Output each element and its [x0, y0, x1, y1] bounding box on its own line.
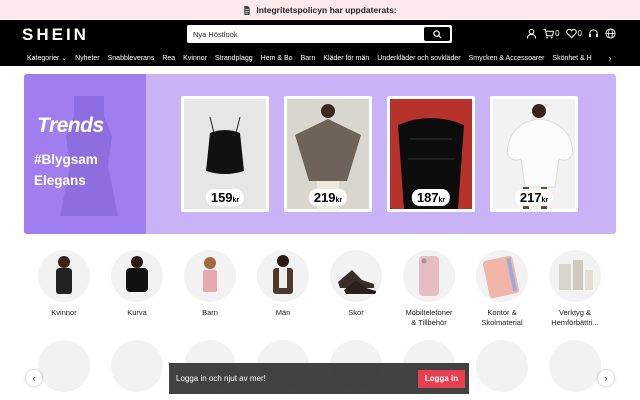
- nav-item-kvinnor[interactable]: Kvinnor: [183, 55, 207, 62]
- category-label: Skor: [348, 308, 364, 317]
- wishlist-count: 0: [577, 29, 582, 38]
- category-kvinnor[interactable]: Kvinnor: [29, 250, 99, 318]
- category-skor[interactable]: Skor: [321, 250, 391, 318]
- cart-icon: [543, 28, 555, 39]
- carousel-next-button[interactable]: ›: [598, 370, 614, 386]
- nav-item-rea[interactable]: Rea: [162, 55, 175, 62]
- product-price: 187kr: [411, 189, 451, 206]
- nav-item-snabbleverans[interactable]: Snabbleverans: [108, 55, 155, 62]
- banner-hashtag-line1: #Blygsam: [34, 152, 98, 167]
- category-image: [111, 250, 163, 302]
- category-item[interactable]: [476, 340, 528, 392]
- category-verktyg[interactable]: Verktyg & Hemförbättri...: [540, 250, 610, 328]
- headset-icon: [588, 29, 599, 38]
- category-label: Verktyg & Hemförbättri...: [551, 308, 599, 327]
- login-button[interactable]: Logga in: [418, 369, 465, 388]
- category-image: [38, 250, 90, 302]
- category-label: Mobiltelefoner & Tillbehör: [405, 308, 453, 327]
- category-item[interactable]: [549, 340, 601, 392]
- product-card[interactable]: 219kr: [284, 96, 372, 212]
- product-card[interactable]: 217kr: [490, 96, 578, 212]
- document-icon: [244, 5, 251, 15]
- trends-logo: Trends: [37, 114, 104, 137]
- category-item[interactable]: [111, 340, 163, 392]
- category-image: [184, 250, 236, 302]
- nav-item-underklader[interactable]: Underkläder och sovkläder: [377, 55, 460, 62]
- category-barn[interactable]: Barn: [175, 250, 245, 318]
- category-image: [476, 250, 528, 302]
- chevron-down-icon: ⌄: [59, 55, 68, 62]
- chevron-left-icon: ‹: [32, 373, 36, 383]
- chevron-right-icon: ›: [604, 373, 608, 383]
- category-item[interactable]: [38, 340, 90, 392]
- support-button[interactable]: [588, 28, 599, 39]
- shein-logo[interactable]: SHEIN: [22, 25, 187, 45]
- nav-item-strandplagg[interactable]: Strandplagg: [215, 55, 253, 62]
- category-label: Kvinnor: [51, 308, 77, 317]
- category-label: Kontor & Skolmaterial: [481, 308, 523, 327]
- search-icon: [432, 29, 442, 39]
- chevron-right-icon: ›: [608, 53, 612, 63]
- trends-banner[interactable]: Trends #Blygsam Elegans 159kr 219kr 187k…: [24, 74, 616, 234]
- category-mobiltelefoner[interactable]: Mobiltelefoner & Tillbehör: [394, 250, 464, 328]
- product-card[interactable]: 187kr: [387, 96, 475, 212]
- search-input[interactable]: [187, 25, 424, 43]
- wishlist-button[interactable]: 0: [565, 28, 582, 39]
- account-button[interactable]: [526, 28, 537, 39]
- login-prompt-text: Logga in och njut av mer!: [176, 374, 266, 383]
- category-label: Män: [275, 308, 291, 317]
- privacy-notice-text: Integritetspolicyn har uppdaterats:: [256, 5, 397, 15]
- carousel-prev-button[interactable]: ‹: [26, 370, 42, 386]
- site-header: SHEIN 0 0: [0, 20, 640, 50]
- nav-item-man[interactable]: Kläder för män: [323, 55, 369, 62]
- category-kurva[interactable]: Kurva: [102, 250, 172, 318]
- privacy-notice-bar[interactable]: Integritetspolicyn har uppdaterats:: [0, 0, 640, 20]
- nav-item-skonhet[interactable]: Skönhet & H: [552, 55, 591, 62]
- nav-item-smycken[interactable]: Smycken & Accessoarer: [469, 55, 545, 62]
- banner-hashtag-line2: Elegans: [34, 173, 86, 188]
- category-image: [257, 250, 309, 302]
- search-button[interactable]: [424, 27, 450, 41]
- nav-item-barn[interactable]: Barn: [301, 55, 316, 62]
- category-image: [330, 250, 382, 302]
- category-grid: Kvinnor Kurva Barn Män Skor Mobiltelefon…: [36, 250, 606, 340]
- cart-button[interactable]: 0: [543, 28, 560, 39]
- login-prompt-bar: Logga in och njut av mer! Logga in: [169, 363, 469, 394]
- nav-item-hem-bo[interactable]: Hem & Bo: [261, 55, 293, 62]
- user-icon: [526, 28, 537, 39]
- category-kontor[interactable]: Kontor & Skolmaterial: [467, 250, 537, 328]
- language-button[interactable]: [605, 28, 616, 39]
- product-price: 159kr: [205, 189, 245, 206]
- cart-count: 0: [555, 29, 560, 38]
- product-card[interactable]: 159kr: [181, 96, 269, 212]
- nav-item-kategorier[interactable]: Kategorier ⌄: [27, 54, 67, 62]
- category-image: [403, 250, 455, 302]
- category-label: Barn: [202, 308, 218, 317]
- category-man[interactable]: Män: [248, 250, 318, 318]
- heart-icon: [565, 28, 577, 39]
- category-nav: Kategorier ⌄ Nyheter Snabbleverans Rea K…: [0, 50, 640, 66]
- search-box: [187, 25, 452, 43]
- category-label: Kurva: [127, 308, 147, 317]
- nav-item-nyheter[interactable]: Nyheter: [75, 55, 100, 62]
- category-image: [549, 250, 601, 302]
- product-price: 219kr: [308, 189, 348, 206]
- product-price: 217kr: [514, 189, 554, 206]
- globe-icon: [605, 28, 616, 39]
- nav-scroll-right-button[interactable]: ›: [600, 52, 620, 64]
